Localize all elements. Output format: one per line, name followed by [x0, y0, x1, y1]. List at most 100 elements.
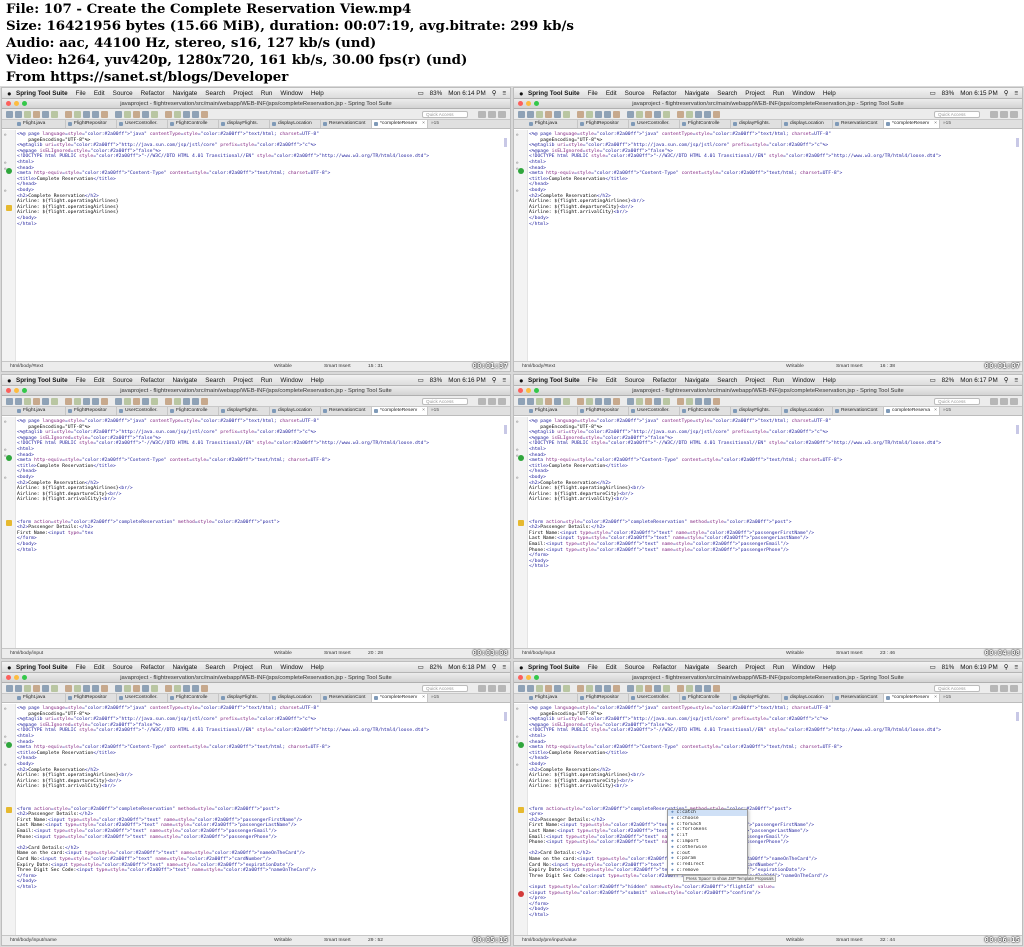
toolbar-button-icon[interactable]: [15, 398, 22, 405]
menu-refactor[interactable]: Refactor: [141, 90, 165, 97]
toolbar-button-icon[interactable]: [554, 111, 561, 118]
toolbar-button-icon[interactable]: [151, 398, 158, 405]
toolbar-button-icon[interactable]: [15, 111, 22, 118]
toolbar-button-icon[interactable]: [554, 685, 561, 692]
toolbar-button-icon[interactable]: [672, 685, 675, 692]
menu-navigate[interactable]: Navigate: [684, 664, 709, 671]
menu-source[interactable]: Source: [113, 377, 133, 384]
menu-list-icon[interactable]: ≡: [502, 88, 506, 99]
menu-refactor[interactable]: Refactor: [653, 377, 677, 384]
toolbar-button-icon[interactable]: [192, 111, 199, 118]
toolbar-button-icon[interactable]: [686, 685, 693, 692]
toolbar-button-icon[interactable]: [636, 398, 643, 405]
toolbar-button-icon[interactable]: [572, 111, 575, 118]
warning-marker-icon[interactable]: [6, 806, 12, 813]
toolbar-button-icon[interactable]: [622, 685, 625, 692]
toolbar-button-icon[interactable]: [527, 398, 534, 405]
menu-project[interactable]: Project: [745, 377, 765, 384]
zoom-window-icon[interactable]: [22, 388, 27, 393]
toolbar-button-icon[interactable]: [33, 111, 40, 118]
toolbar-button-icon[interactable]: [83, 685, 90, 692]
search-icon[interactable]: ⚲: [492, 375, 497, 386]
toolbar-button-icon[interactable]: [33, 398, 40, 405]
search-icon[interactable]: ⚲: [492, 662, 497, 673]
warning-marker-icon[interactable]: [518, 519, 524, 526]
menu-refactor[interactable]: Refactor: [653, 664, 677, 671]
menu-edit[interactable]: Edit: [94, 377, 105, 384]
toolbar-button-icon[interactable]: [572, 685, 575, 692]
editor-tab[interactable]: *completeReserv ×: [372, 407, 428, 415]
editor-tab[interactable]: Flight.java: [527, 407, 578, 415]
editor-tab[interactable]: *completeReserv ×: [884, 694, 940, 702]
toolbar-button-icon[interactable]: [663, 398, 670, 405]
menu-navigate[interactable]: Navigate: [172, 664, 197, 671]
menu-help[interactable]: Help: [311, 377, 324, 384]
autocomplete-popup[interactable]: c:catchc:choosec:forEachc:forTokensc:ifc…: [667, 809, 748, 875]
menu-run[interactable]: Run: [261, 664, 273, 671]
menu-refactor[interactable]: Refactor: [141, 377, 165, 384]
editor-tab[interactable]: ReservationCont: [833, 694, 884, 702]
close-window-icon[interactable]: [518, 101, 523, 106]
toolbar-button-icon[interactable]: [42, 685, 49, 692]
editor-tab[interactable]: Flight.java: [15, 694, 66, 702]
code-editor[interactable]: <%@ page language=style="color:#2a00ff">…: [529, 706, 1022, 935]
app-name-menu[interactable]: Spring Tool Suite: [528, 88, 580, 99]
toolbar-button-icon[interactable]: [92, 111, 99, 118]
toolbar-button-icon[interactable]: [695, 111, 702, 118]
toolbar-button-icon[interactable]: [713, 685, 720, 692]
menu-file[interactable]: File: [588, 90, 598, 97]
quick-access-input[interactable]: Quick Access: [422, 685, 468, 692]
toolbar-button-icon[interactable]: [92, 685, 99, 692]
toolbar-button-icon[interactable]: [695, 398, 702, 405]
editor-tab[interactable]: FlightControlle: [168, 120, 219, 128]
toolbar-button-icon[interactable]: [604, 685, 611, 692]
menu-run[interactable]: Run: [773, 90, 785, 97]
menu-search[interactable]: Search: [717, 90, 737, 97]
toolbar-button-icon[interactable]: [192, 398, 199, 405]
perspective-icon[interactable]: [498, 685, 506, 692]
warning-marker-icon[interactable]: [6, 204, 12, 211]
toolbar-button-icon[interactable]: [165, 398, 172, 405]
editor-tab[interactable]: displayLocation: [782, 407, 833, 415]
perspective-icon[interactable]: [478, 685, 486, 692]
editor-tab[interactable]: completeReserva ×: [884, 407, 940, 415]
toolbar-button-icon[interactable]: [142, 685, 149, 692]
close-window-icon[interactable]: [518, 675, 523, 680]
toolbar-button-icon[interactable]: [165, 685, 172, 692]
toolbar-button-icon[interactable]: [545, 398, 552, 405]
toolbar-button-icon[interactable]: [24, 685, 31, 692]
fold-icon[interactable]: ⊖: [516, 734, 518, 739]
toolbar-button-icon[interactable]: [92, 398, 99, 405]
menu-file[interactable]: File: [76, 377, 86, 384]
toolbar-button-icon[interactable]: [133, 685, 140, 692]
toolbar-button-icon[interactable]: [124, 111, 131, 118]
search-icon[interactable]: ⚲: [1004, 662, 1009, 673]
editor-tab[interactable]: UserController.: [117, 407, 168, 415]
toolbar-button-icon[interactable]: [74, 685, 81, 692]
editor-tab[interactable]: displayLocation: [270, 120, 321, 128]
menu-navigate[interactable]: Navigate: [684, 377, 709, 384]
perspective-icon[interactable]: [1010, 398, 1018, 405]
menu-source[interactable]: Source: [625, 664, 645, 671]
toolbar-button-icon[interactable]: [65, 111, 72, 118]
toolbar-button-icon[interactable]: [133, 111, 140, 118]
toolbar-button-icon[interactable]: [51, 111, 58, 118]
toolbar-button-icon[interactable]: [672, 111, 675, 118]
toolbar-button-icon[interactable]: [654, 398, 661, 405]
zoom-window-icon[interactable]: [22, 675, 27, 680]
close-tab-icon[interactable]: ×: [934, 120, 937, 128]
toolbar-button-icon[interactable]: [663, 111, 670, 118]
toolbar-button-icon[interactable]: [165, 111, 172, 118]
toolbar-button-icon[interactable]: [663, 685, 670, 692]
app-name-menu[interactable]: Spring Tool Suite: [16, 88, 68, 99]
toolbar-button-icon[interactable]: [713, 398, 720, 405]
editor-tab[interactable]: displayFlights.: [219, 120, 270, 128]
toolbar-button-icon[interactable]: [677, 398, 684, 405]
menu-search[interactable]: Search: [205, 664, 225, 671]
toolbar-button-icon[interactable]: [536, 111, 543, 118]
editor-tab[interactable]: ReservationCont: [833, 407, 884, 415]
toolbar-button-icon[interactable]: [74, 111, 81, 118]
perspective-icon[interactable]: [478, 398, 486, 405]
toolbar-button-icon[interactable]: [613, 398, 620, 405]
close-tab-icon[interactable]: ×: [934, 694, 937, 702]
